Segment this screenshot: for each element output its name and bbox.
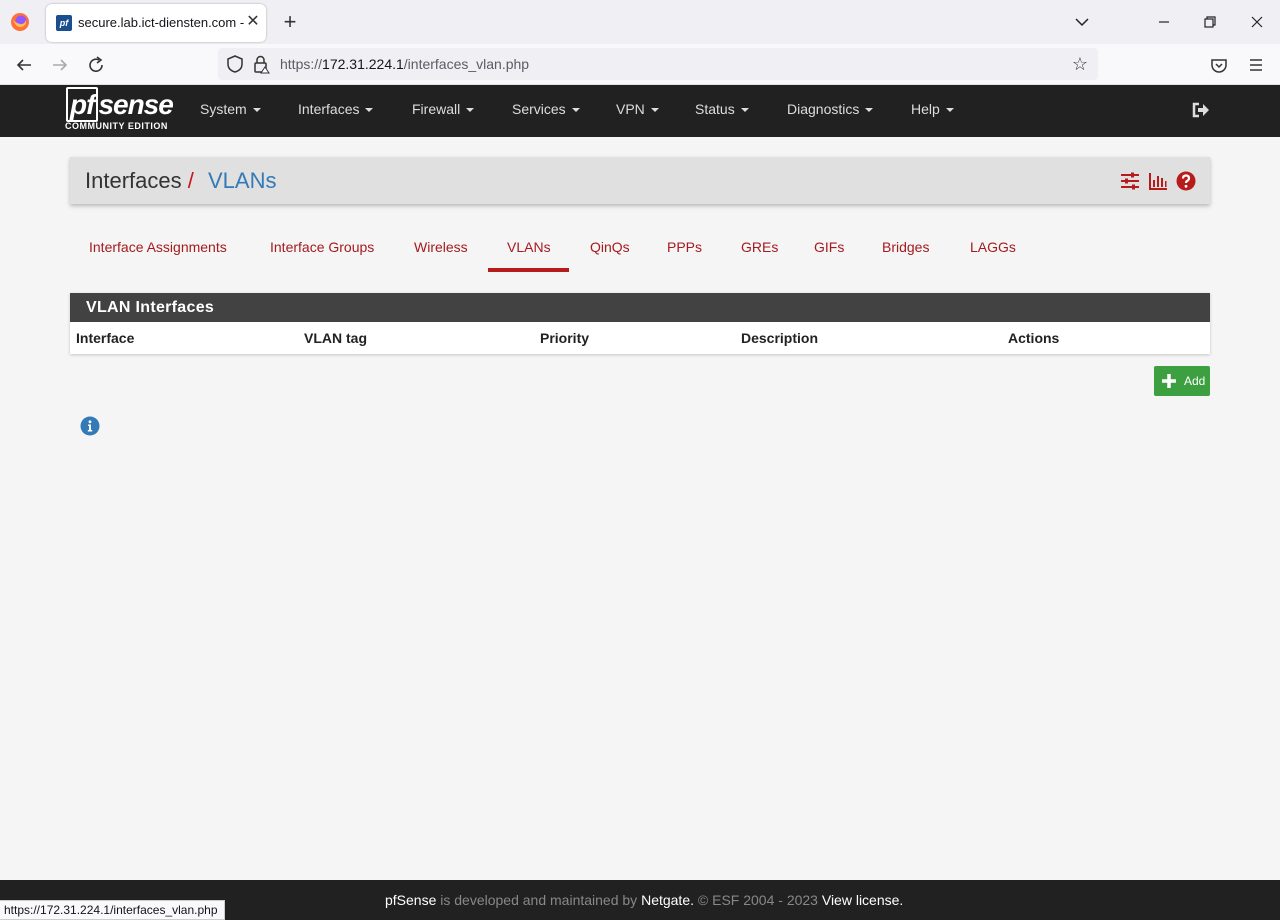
menu-label: VPN bbox=[616, 101, 645, 117]
tab-interface-groups[interactable]: Interface Groups bbox=[270, 239, 374, 255]
caret-down-icon bbox=[365, 108, 374, 113]
tab-laggs[interactable]: LAGGs bbox=[970, 239, 1016, 255]
footer-copyright: © ESF 2004 - 2023 bbox=[694, 892, 822, 908]
breadcrumb-parent-label: Interfaces bbox=[85, 168, 182, 193]
menu-label: Interfaces bbox=[298, 101, 360, 117]
menu-system[interactable]: System bbox=[200, 101, 261, 117]
menu-services[interactable]: Services bbox=[512, 101, 580, 117]
new-tab-icon[interactable]: + bbox=[278, 10, 302, 34]
footer-text-1: is developed and maintained by bbox=[436, 892, 642, 908]
caret-down-icon bbox=[740, 108, 749, 113]
tab-qinqs[interactable]: QinQs bbox=[590, 239, 630, 255]
url-path: /interfaces_vlan.php bbox=[403, 56, 530, 72]
menu-status[interactable]: Status bbox=[695, 101, 749, 117]
tab-bridges[interactable]: Bridges bbox=[882, 239, 929, 255]
tab-vlans[interactable]: VLANs bbox=[507, 239, 551, 255]
pfsense-logo[interactable]: pf sense COMMUNITY EDITION bbox=[64, 87, 174, 133]
browser-navigation-bar: https://172.31.224.1/interfaces_vlan.php… bbox=[0, 44, 1280, 85]
logo-sense: sense bbox=[98, 89, 173, 120]
caret-down-icon bbox=[650, 108, 659, 113]
status-chart-icon[interactable] bbox=[1147, 170, 1169, 192]
footer-text: pfSense is developed and maintained by N… bbox=[385, 892, 903, 908]
tab-interface-assignments[interactable]: Interface Assignments bbox=[89, 239, 227, 255]
logo-wordmark: pf sense bbox=[66, 87, 174, 122]
logout-icon[interactable] bbox=[1190, 99, 1212, 121]
menu-firewall[interactable]: Firewall bbox=[412, 101, 475, 117]
related-settings-sliders-icon[interactable] bbox=[1119, 170, 1141, 192]
bookmark-star-icon[interactable]: ☆ bbox=[1070, 53, 1090, 75]
menu-vpn[interactable]: VPN bbox=[616, 101, 659, 117]
close-window-icon[interactable] bbox=[1245, 10, 1269, 34]
menu-help[interactable]: Help bbox=[911, 101, 954, 117]
page-title-bar: Interfaces / VLANs bbox=[70, 157, 1210, 204]
url-prefix: https:// bbox=[280, 56, 323, 72]
url-host: 172.31.224.1 bbox=[322, 56, 404, 72]
app-menu-icon[interactable] bbox=[1243, 52, 1269, 78]
menu-label: Services bbox=[512, 101, 566, 117]
menu-diagnostics[interactable]: Diagnostics bbox=[787, 101, 874, 117]
tab-wireless[interactable]: Wireless bbox=[414, 239, 468, 255]
menu-label: Status bbox=[695, 101, 735, 117]
column-header-description: Description bbox=[741, 330, 819, 346]
firefox-icon[interactable] bbox=[10, 12, 30, 32]
breadcrumb-separator: / bbox=[182, 168, 194, 193]
vlan-interfaces-panel: VLAN Interfaces Interface VLAN tag Prior… bbox=[70, 293, 1210, 354]
footer-netgate-link[interactable]: Netgate. bbox=[641, 892, 694, 908]
plus-icon bbox=[1162, 374, 1176, 388]
reload-icon[interactable] bbox=[83, 52, 109, 78]
back-icon[interactable] bbox=[11, 52, 37, 78]
lock-warning-icon[interactable] bbox=[252, 54, 270, 74]
tracking-protection-shield-icon[interactable] bbox=[226, 54, 244, 74]
footer-brand: pfSense bbox=[385, 892, 437, 908]
caret-down-icon bbox=[466, 108, 475, 113]
add-vlan-button[interactable]: Add bbox=[1154, 366, 1210, 396]
menu-label: Firewall bbox=[412, 101, 461, 117]
tab-gifs[interactable]: GIFs bbox=[814, 239, 844, 255]
logo-pf: pf bbox=[66, 87, 99, 122]
tab-title: secure.lab.ict-diensten.com - Interfaces… bbox=[78, 15, 246, 30]
tab-gres[interactable]: GREs bbox=[741, 239, 778, 255]
help-question-icon[interactable] bbox=[1175, 170, 1197, 192]
menu-label: Diagnostics bbox=[787, 101, 860, 117]
close-tab-icon[interactable]: ✕ bbox=[244, 11, 262, 33]
breadcrumb-current[interactable]: VLANs bbox=[208, 168, 276, 194]
logo-edition: COMMUNITY EDITION bbox=[65, 121, 168, 131]
restore-icon[interactable] bbox=[1198, 10, 1222, 34]
breadcrumb-separator-text: / bbox=[187, 168, 194, 193]
breadcrumb-parent[interactable]: Interfaces / bbox=[85, 168, 194, 194]
column-header-actions: Actions bbox=[1008, 330, 1060, 346]
caret-down-icon bbox=[252, 108, 261, 113]
list-all-tabs-icon[interactable] bbox=[1070, 10, 1094, 34]
active-tab-indicator bbox=[488, 268, 569, 272]
caret-down-icon bbox=[571, 108, 580, 113]
menu-interfaces[interactable]: Interfaces bbox=[298, 101, 374, 117]
panel-title: VLAN Interfaces bbox=[86, 299, 215, 316]
menu-label: Help bbox=[911, 101, 940, 117]
pocket-icon[interactable] bbox=[1206, 52, 1232, 78]
tab-ppps[interactable]: PPPs bbox=[667, 239, 702, 255]
column-header-vlan-tag: VLAN tag bbox=[304, 330, 367, 346]
minimize-icon[interactable] bbox=[1152, 10, 1176, 34]
caret-down-icon bbox=[865, 108, 874, 113]
pfsense-top-navbar: pf sense COMMUNITY EDITION System Interfa… bbox=[0, 85, 1280, 137]
caret-down-icon bbox=[945, 108, 954, 113]
info-icon[interactable] bbox=[80, 416, 100, 436]
browser-tab[interactable]: pf secure.lab.ict-diensten.com - Interfa… bbox=[46, 4, 266, 42]
column-header-interface: Interface bbox=[76, 330, 135, 346]
menu-label: System bbox=[200, 101, 247, 117]
add-button-label: Add bbox=[1184, 374, 1206, 388]
forward-icon[interactable] bbox=[47, 52, 73, 78]
url-text[interactable]: https://172.31.224.1/interfaces_vlan.php bbox=[280, 56, 529, 72]
panel-heading: VLAN Interfaces bbox=[70, 293, 1210, 322]
url-bar[interactable]: https://172.31.224.1/interfaces_vlan.php… bbox=[218, 48, 1098, 80]
column-header-priority: Priority bbox=[540, 330, 590, 346]
browser-tab-bar: pf secure.lab.ict-diensten.com - Interfa… bbox=[0, 0, 1280, 44]
browser-status-url: https://172.31.224.1/interfaces_vlan.php bbox=[0, 900, 225, 920]
footer-license-link[interactable]: View license. bbox=[822, 892, 903, 908]
pfsense-favicon-icon: pf bbox=[56, 15, 72, 31]
